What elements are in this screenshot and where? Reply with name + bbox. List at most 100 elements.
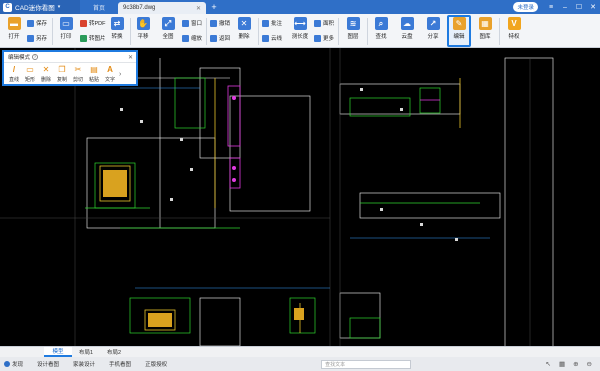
pdf-icon [80, 19, 87, 27]
help-icon[interactable]: ? [32, 54, 39, 60]
text-icon: A [107, 65, 113, 74]
tab-file[interactable]: 9c38b7.dwg ✕ [118, 2, 206, 14]
cloud-line-button[interactable]: 云线 [262, 34, 282, 42]
menu-icon[interactable]: ≡ [544, 0, 558, 14]
tab-model[interactable]: 模型 [44, 347, 72, 357]
app-name: CAD迷你看图 [15, 5, 55, 12]
edit-tool-copy[interactable]: ❐ 复制 [54, 65, 70, 83]
special-button[interactable]: V 特权 [502, 17, 526, 40]
main-toolbar: ▬ 打开 保存 另存 ▭ 打印 转PDF 转图片 ⇄ 转换 ✋ 平移 ⤢ 全图 … [0, 14, 600, 48]
cad-drawing [0, 48, 554, 346]
edit-tools: / 直线 ▭ 矩形 ✕ 删除 ❐ 复制 ✂ 剪切 ▤ 粘贴 A 文字 › [4, 63, 136, 83]
discover-link[interactable]: 发现 [4, 360, 23, 368]
ruler-icon: ⟷ [293, 17, 307, 30]
to-pdf-button[interactable]: 转PDF [80, 19, 106, 27]
grid-icon[interactable]: ▦ [559, 360, 565, 368]
printer-icon: ▭ [59, 17, 73, 30]
edit-tool-cut[interactable]: ✂ 剪切 [70, 65, 86, 83]
scissors-icon: ✂ [74, 65, 82, 74]
zoom-in-icon[interactable]: ⊕ [573, 360, 578, 368]
to-image-button[interactable]: 转图片 [80, 34, 106, 42]
paste-icon: ▤ [90, 65, 98, 74]
area-button[interactable]: 面积 [314, 19, 334, 27]
search-text-input[interactable]: 查找文本 [321, 359, 412, 369]
full-view-button[interactable]: ⤢ 全图 [156, 17, 180, 40]
drawing-canvas[interactable]: 编辑模式 ? ✕ / 直线 ▭ 矩形 ✕ 删除 ❐ 复制 ✂ 剪切 ▤ 粘贴 A… [0, 48, 600, 346]
edit-button[interactable]: ✎ 编辑 [447, 15, 471, 47]
close-window-icon[interactable]: ✕ [586, 0, 600, 14]
more-button[interactable]: 更多 [314, 34, 334, 42]
app-title: C CAD迷你看图 ▾ [0, 0, 80, 14]
edit-tool-text[interactable]: A 文字 [102, 65, 118, 83]
edit-panel-title: 编辑模式 [8, 55, 31, 61]
close-icon[interactable]: ✕ [196, 5, 201, 12]
design-view-link[interactable]: 设计看图 [37, 360, 59, 368]
login-button[interactable]: 未登录 [513, 2, 538, 12]
cloud-disk-button[interactable]: ☁ 云盘 [395, 17, 419, 40]
window-zoom-button[interactable]: 窗口 [182, 19, 202, 27]
vip-icon: V [507, 17, 521, 30]
edit-tool-rectangle[interactable]: ▭ 矩形 [22, 65, 38, 83]
discover-icon [4, 361, 10, 367]
app-logo-icon: C [3, 2, 12, 12]
more-icon [314, 34, 321, 42]
edit-panel-header: 编辑模式 ? ✕ [4, 52, 136, 63]
layout-tabs: 模型 布局1 布局2 [0, 346, 600, 357]
annotate-icon [262, 19, 269, 27]
edit-icon: ✎ [452, 17, 466, 30]
license-link[interactable]: 正版授权 [145, 360, 167, 368]
close-icon[interactable]: ✕ [128, 54, 133, 61]
annotate-button[interactable]: 批注 [262, 19, 282, 27]
copy-icon: ❐ [58, 65, 66, 74]
cursor-icon[interactable]: ↖ [545, 360, 550, 368]
tab-file-label: 9c38b7.dwg [123, 5, 156, 11]
trash-icon: ✕ [237, 17, 251, 30]
status-bar: 发现 设计看图 家装设计 手机看图 正版授权 查找文本 ↖ ▦ ⊕ ⊖ [0, 357, 600, 371]
find-button[interactable]: ⌕ 查找 [369, 17, 393, 40]
new-tab-button[interactable]: + [206, 0, 222, 14]
tab-layout-2[interactable]: 布局2 [100, 347, 128, 357]
cloud-line-icon [262, 34, 269, 42]
undo-button[interactable]: 撤销 [210, 19, 230, 27]
edit-tool-paste[interactable]: ▤ 粘贴 [86, 65, 102, 83]
open-button[interactable]: ▬ 打开 [2, 17, 26, 40]
edit-mode-panel: 编辑模式 ? ✕ / 直线 ▭ 矩形 ✕ 删除 ❐ 复制 ✂ 剪切 ▤ 粘贴 A… [2, 50, 138, 86]
chevron-down-icon[interactable]: ▾ [58, 4, 61, 10]
app-window: C CAD迷你看图 ▾ 首页 9c38b7.dwg ✕ + 未登录 ≡ – ☐ … [0, 0, 600, 371]
save-as-button[interactable]: 另存 [27, 34, 47, 42]
save-button[interactable]: 保存 [27, 19, 47, 27]
title-bar: C CAD迷你看图 ▾ 首页 9c38b7.dwg ✕ + 未登录 ≡ – ☐ … [0, 0, 600, 14]
maximize-icon[interactable]: ☐ [572, 0, 586, 14]
back-button[interactable]: 返回 [210, 34, 230, 42]
window-zoom-icon [182, 19, 189, 27]
zoom-button[interactable]: 缩放 [182, 34, 202, 42]
rectangle-icon: ▭ [26, 65, 34, 74]
chevron-right-icon[interactable]: › [119, 71, 121, 78]
save-as-icon [27, 34, 34, 42]
mobile-view-link[interactable]: 手机看图 [109, 360, 131, 368]
convert-button[interactable]: ⇄ 转换 [105, 17, 129, 40]
minimize-icon[interactable]: – [558, 0, 572, 14]
folder-icon: ▬ [7, 17, 21, 30]
line-icon: / [12, 65, 16, 74]
pan-button[interactable]: ✋ 平移 [131, 17, 155, 40]
library-button[interactable]: ▦ 图库 [473, 17, 497, 40]
share-button[interactable]: ↗ 分享 [421, 17, 445, 40]
delete-icon: ✕ [42, 65, 50, 74]
hand-icon: ✋ [136, 17, 150, 30]
edit-tool-delete[interactable]: ✕ 删除 [38, 65, 54, 83]
home-design-link[interactable]: 家装设计 [73, 360, 95, 368]
cloud-icon: ☁ [400, 17, 414, 30]
layers-button[interactable]: ≋ 图层 [341, 17, 365, 40]
fullscreen-icon: ⤢ [161, 17, 175, 30]
library-icon: ▦ [478, 17, 492, 30]
convert-icon: ⇄ [110, 17, 124, 30]
edit-tool-line[interactable]: / 直线 [6, 65, 22, 83]
zoom-out-icon[interactable]: ⊖ [587, 360, 592, 368]
share-icon: ↗ [426, 17, 440, 30]
tab-home[interactable]: 首页 [80, 0, 118, 14]
tab-layout-1[interactable]: 布局1 [72, 347, 100, 357]
print-button[interactable]: ▭ 打印 [54, 17, 78, 40]
delete-button[interactable]: ✕ 删除 [232, 17, 256, 40]
measure-length-button[interactable]: ⟷ 测长度 [288, 17, 312, 40]
